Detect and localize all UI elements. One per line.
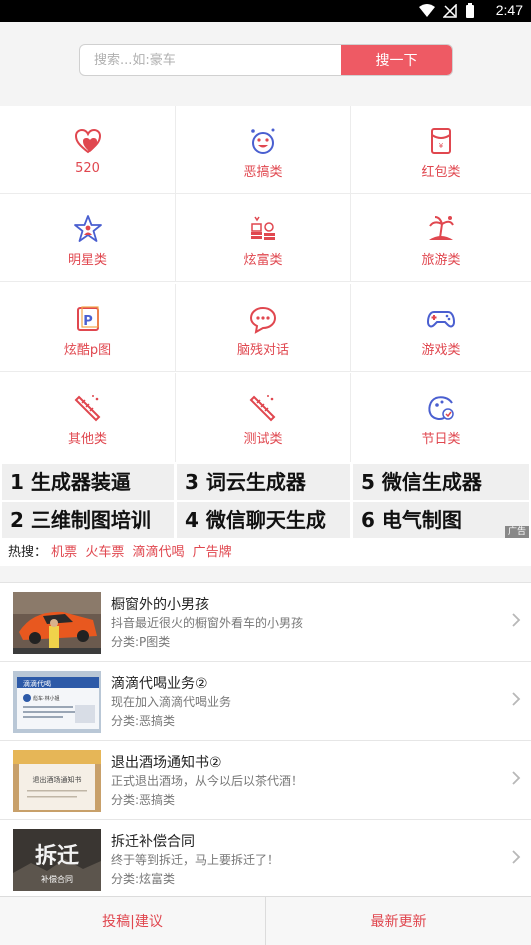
ad-badge: 广告 — [504, 526, 529, 538]
hot-search-link[interactable]: 机票 — [51, 545, 77, 560]
list-item[interactable]: 滴滴代喝 彪车·林小姐 滴滴代喝业务② 现在加入滴滴代喝业务 分类:恶搞类 — [0, 662, 531, 741]
category-ptu[interactable]: P 炫酷p图 — [0, 284, 176, 372]
p-box-icon: P — [76, 306, 99, 331]
ad-tag[interactable]: 3 词云生成器 — [177, 464, 350, 500]
item-category: 分类:恶搞类 — [111, 793, 176, 807]
svg-text:P: P — [83, 314, 93, 329]
item-description: 现在加入滴滴代喝业务 — [111, 695, 232, 709]
category-grid: 520 恶搞类 ¥ 红包类 明星类 炫富类 旅游类 P 炫酷p图 脑残对话 游戏… — [0, 106, 531, 462]
star-person-icon — [73, 215, 102, 242]
notice-text: 退出酒场通知书 — [33, 775, 82, 784]
ad-tag[interactable]: 5 微信生成器 — [353, 464, 529, 500]
category-label: 测试类 — [243, 432, 283, 447]
wifi-icon — [419, 4, 435, 17]
red-envelope-icon: ¥ — [431, 128, 451, 154]
gamepad-icon — [426, 311, 456, 328]
status-bar: 2:47 — [0, 0, 531, 22]
category-label: 脑残对话 — [236, 343, 289, 358]
heart-icon — [74, 128, 101, 154]
funny-face-icon — [251, 128, 275, 154]
ad-tag[interactable]: 1 生成器装逼 — [2, 464, 174, 500]
beach-icon — [429, 216, 454, 240]
search-box: 搜一下 — [79, 44, 453, 76]
money-stack-icon — [251, 216, 275, 240]
didi-sub-text: 彪车·林小姐 — [33, 695, 60, 702]
chevron-right-icon — [512, 850, 521, 864]
hot-search-link[interactable]: 滴滴代喝 — [132, 545, 184, 560]
ad-tag[interactable]: 4 微信聊天生成 — [177, 502, 350, 538]
signal-icon — [443, 4, 457, 18]
wand-icon — [249, 395, 276, 422]
category-jieri[interactable]: 节日类 — [351, 373, 531, 462]
category-mingxing[interactable]: 明星类 — [0, 194, 176, 282]
search-area: 搜一下 — [0, 22, 531, 106]
thumbnail-chaiqian: 拆迁 补偿合同 — [13, 829, 101, 891]
chaiqian-small-text: 补偿合同 — [41, 874, 73, 884]
list-item[interactable]: 退出酒场通知书 退出酒场通知书② 正式退出酒场，从今以后以茶代酒！ 分类:恶搞类 — [0, 741, 531, 820]
search-input[interactable] — [80, 45, 355, 75]
category-label: 红包类 — [421, 165, 461, 180]
item-title: 拆迁补偿合同 — [111, 834, 195, 850]
thumbnail-didi-card: 滴滴代喝 彪车·林小姐 — [13, 671, 101, 733]
ad-tag-block: 1 生成器装逼 3 词云生成器 5 微信生成器 2 三维制图培训 4 微信聊天生… — [0, 462, 531, 540]
item-description: 抖音最近很火的橱窗外看车的小男孩 — [111, 616, 304, 630]
category-egao[interactable]: 恶搞类 — [176, 106, 351, 194]
category-xuanfu[interactable]: 炫富类 — [176, 194, 351, 282]
latest-updates-button[interactable]: 最新更新 — [266, 897, 531, 945]
search-button[interactable]: 搜一下 — [341, 45, 452, 75]
category-label: 节日类 — [421, 432, 461, 447]
category-qita[interactable]: 其他类 — [0, 373, 176, 462]
item-description: 正式退出酒场，从今以后以茶代酒！ — [111, 774, 304, 788]
battery-icon — [466, 3, 474, 18]
status-icons — [419, 3, 475, 19]
bottom-bar: 投稿|建议 最新更新 — [0, 896, 531, 945]
item-category: 分类:P图类 — [111, 635, 171, 649]
category-label: 520 — [75, 161, 100, 176]
ad-tag[interactable]: 6 电气制图 — [353, 502, 529, 538]
item-title: 滴滴代喝业务② — [111, 676, 208, 692]
ad-tag[interactable]: 2 三维制图培训 — [2, 502, 174, 538]
hot-search-link[interactable]: 广告牌 — [193, 545, 232, 560]
chaiqian-big-text: 拆迁 — [35, 843, 79, 869]
item-title: 橱窗外的小男孩 — [111, 597, 209, 613]
hot-search-prefix: 热搜： — [8, 545, 48, 560]
hot-search-link[interactable]: 火车票 — [85, 545, 124, 560]
category-duihua[interactable]: 脑残对话 — [176, 284, 351, 372]
status-time: 2:47 — [495, 2, 523, 18]
item-category: 分类:恶搞类 — [111, 714, 176, 728]
svg-text:¥: ¥ — [439, 142, 444, 150]
hot-search-bar: 热搜： 机票 火车票 滴滴代喝 广告牌 — [0, 540, 531, 566]
category-520[interactable]: 520 — [0, 106, 176, 194]
chevron-right-icon — [512, 771, 521, 785]
list-item[interactable]: 橱窗外的小男孩 抖音最近很火的橱窗外看车的小男孩 分类:P图类 — [0, 583, 531, 662]
thumbnail-notice-paper: 退出酒场通知书 — [13, 750, 101, 812]
category-label: 炫富类 — [243, 253, 283, 268]
category-label: 恶搞类 — [243, 165, 283, 180]
item-category: 分类:炫富类 — [111, 872, 176, 886]
holiday-icon — [428, 396, 454, 420]
category-ceshi[interactable]: 测试类 — [176, 373, 351, 462]
item-description: 终于等到拆迁，马上要拆迁了！ — [111, 853, 280, 867]
category-lvyou[interactable]: 旅游类 — [351, 194, 531, 282]
thumbnail-car-boy — [13, 592, 101, 654]
chat-bubble-icon — [249, 306, 277, 334]
category-hongbao[interactable]: ¥ 红包类 — [351, 106, 531, 194]
category-label: 旅游类 — [421, 253, 461, 268]
category-youxi[interactable]: 游戏类 — [351, 284, 531, 372]
didi-sign-text: 滴滴代喝 — [23, 679, 51, 688]
submit-feedback-button[interactable]: 投稿|建议 — [0, 897, 265, 945]
category-label: 明星类 — [67, 253, 107, 268]
category-label: 其他类 — [67, 432, 107, 447]
item-title: 退出酒场通知书② — [111, 755, 222, 771]
chevron-right-icon — [512, 613, 521, 627]
chevron-right-icon — [512, 692, 521, 706]
list-item[interactable]: 拆迁 补偿合同 拆迁补偿合同 终于等到拆迁，马上要拆迁了！ 分类:炫富类 — [0, 820, 531, 899]
content-list: 橱窗外的小男孩 抖音最近很火的橱窗外看车的小男孩 分类:P图类 滴滴代喝 彪车·… — [0, 582, 531, 899]
category-label: 炫酷p图 — [63, 343, 112, 358]
wand-icon — [74, 395, 100, 422]
category-label: 游戏类 — [421, 343, 461, 358]
